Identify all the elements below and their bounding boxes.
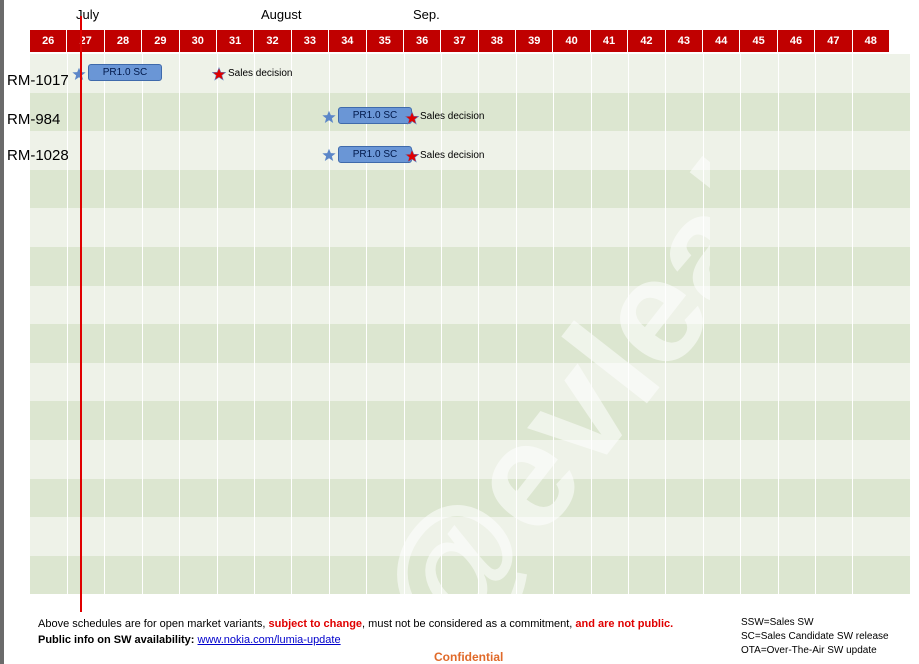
grid-column-divider	[515, 54, 517, 606]
week-header-cell: 28	[104, 30, 143, 52]
week-header-cell: 34	[329, 30, 367, 52]
week-header-cell: 45	[740, 30, 778, 52]
week-header-cell: 26	[30, 30, 68, 52]
week-header-row: 26 27 28 29 30 31 32 33 34 35 36 37 38 39 40 41 42 43 44 45…	[30, 30, 890, 52]
grid-column-divider	[665, 54, 667, 606]
week-header-cell: 35	[366, 30, 404, 52]
legend-item: SSW=Sales SW	[741, 617, 814, 628]
confidential-label: Confidential	[434, 650, 504, 664]
model-label-rm-1017: RM-1017	[7, 72, 69, 89]
legend-item: SC=Sales Candidate SW release	[741, 631, 889, 642]
sales-decision-label: Sales decision	[420, 111, 485, 122]
footer-public-info: Public info on SW availability: www.noki…	[38, 634, 341, 646]
star-red-icon	[405, 149, 419, 163]
grid-column-divider	[478, 54, 480, 606]
month-label-sep: Sep.	[413, 7, 440, 22]
grid-column-divider	[216, 54, 218, 606]
star-blue-icon	[322, 148, 336, 162]
footer-disclaimer: Above schedules are for open market vari…	[38, 618, 673, 630]
grid-column-divider	[366, 54, 368, 606]
star-blue-icon	[322, 110, 336, 124]
sales-decision-label: Sales decision	[228, 68, 293, 79]
grid-column-divider	[702, 54, 704, 606]
disclaimer-text: Above schedules are for open market vari…	[38, 618, 269, 630]
grid-column-divider	[291, 54, 293, 606]
abbreviation-legend: SSW=Sales SW SC=Sales Candidate SW relea…	[741, 616, 889, 658]
week-header-cell: 27	[67, 30, 105, 52]
grid-column-divider	[814, 54, 816, 606]
week-header-cell: 37	[441, 30, 479, 52]
window-edge	[0, 0, 4, 664]
week-header-cell: 32	[254, 30, 292, 52]
grid-column-divider	[627, 54, 629, 606]
public-info-label: Public info on SW availability:	[38, 634, 195, 646]
week-header-cell: 48	[852, 30, 890, 52]
grid-column-divider	[777, 54, 779, 606]
disclaimer-highlight: and are not public.	[575, 618, 674, 630]
week-header-cell: 30	[179, 30, 217, 52]
model-label-rm-984: RM-984	[7, 111, 61, 128]
grid-column-divider	[253, 54, 255, 606]
grid-column-divider	[141, 54, 143, 606]
star-blue-icon	[72, 67, 86, 81]
milestone-bar-rm-1017[interactable]: PR1.0 SC	[88, 64, 162, 81]
grid-column-divider	[104, 54, 106, 606]
week-header-cell: 46	[777, 30, 816, 52]
star-red-icon	[212, 67, 226, 81]
week-header-cell: 47	[815, 30, 853, 52]
schedule-grid	[30, 54, 910, 606]
week-header-cell: 38	[478, 30, 517, 52]
week-header-cell: 29	[142, 30, 180, 52]
milestone-bar-rm-1028[interactable]: PR1.0 SC	[338, 146, 412, 163]
week-header-cell: 41	[590, 30, 629, 52]
milestone-bar-rm-984[interactable]: PR1.0 SC	[338, 107, 412, 124]
week-header-cell: 40	[553, 30, 591, 52]
week-header-cell: 31	[216, 30, 255, 52]
week-header-cell: 36	[403, 30, 442, 52]
grid-column-divider	[403, 54, 405, 606]
week-header-cell: 43	[665, 30, 704, 52]
current-date-line	[80, 16, 82, 612]
disclaimer-highlight: subject to change	[268, 618, 363, 630]
grid-column-divider	[590, 54, 592, 606]
month-label-august: August	[261, 7, 302, 22]
model-label-rm-1028: RM-1028	[7, 147, 69, 164]
grid-column-divider	[553, 54, 555, 606]
disclaimer-text: , must not be considered as a commitment…	[362, 618, 576, 630]
grid-column-divider	[740, 54, 742, 606]
week-header-cell: 42	[628, 30, 666, 52]
week-header-cell: 39	[516, 30, 554, 52]
grid-column-divider	[440, 54, 442, 606]
grid-column-divider	[66, 54, 68, 606]
grid-column-divider	[852, 54, 854, 606]
grid-column-divider	[328, 54, 330, 606]
week-header-cell: 33	[291, 30, 330, 52]
legend-item: OTA=Over-The-Air SW update	[741, 645, 877, 656]
grid-column-divider	[179, 54, 181, 606]
sales-decision-label: Sales decision	[420, 150, 485, 161]
star-red-icon	[405, 111, 419, 125]
week-header-cell: 44	[703, 30, 741, 52]
lumia-update-link[interactable]: www.nokia.com/lumia-update	[198, 634, 341, 646]
